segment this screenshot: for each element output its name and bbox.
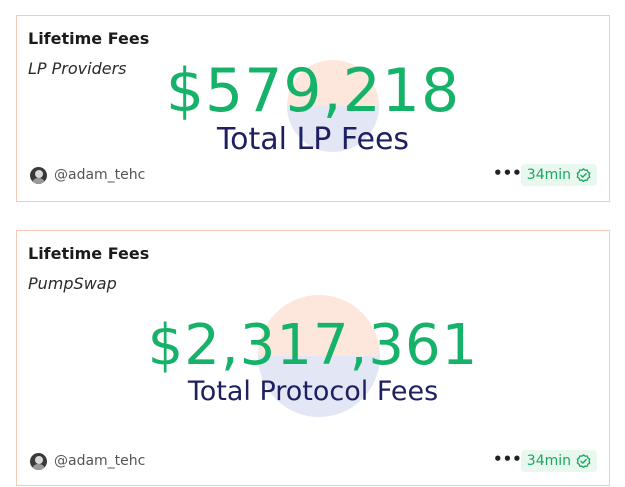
avatar-icon[interactable]	[30, 167, 47, 184]
age-badge[interactable]: 34min	[520, 450, 597, 472]
age-text: 34min	[526, 453, 571, 469]
avatar-icon[interactable]	[30, 453, 47, 470]
metric-label: Total Protocol Fees	[187, 376, 439, 407]
card-footer: @adam_tehc ••• 34min	[30, 450, 597, 474]
card-title: Lifetime Fees	[28, 29, 150, 48]
fee-card-pumpswap[interactable]: Lifetime Fees PumpSwap $2,317,361 Total …	[16, 230, 610, 486]
metric-label: Total LP Fees	[216, 122, 410, 157]
author-username[interactable]: @adam_tehc	[54, 453, 145, 469]
card-footer: @adam_tehc ••• 34min	[30, 164, 597, 188]
more-options-button[interactable]: •••	[493, 166, 522, 184]
author-username[interactable]: @adam_tehc	[54, 167, 145, 183]
more-options-button[interactable]: •••	[493, 452, 522, 470]
card-subtitle: PumpSwap	[28, 274, 117, 293]
card-title: Lifetime Fees	[28, 244, 150, 263]
metric-value: $579,218	[165, 56, 461, 126]
age-text: 34min	[526, 167, 571, 183]
metric-value: $2,317,361	[147, 313, 479, 378]
check-circle-icon	[576, 453, 591, 469]
age-badge[interactable]: 34min	[520, 164, 597, 186]
check-circle-icon	[576, 167, 591, 183]
fee-card-lp-providers[interactable]: Lifetime Fees LP Providers $579,218 Tota…	[16, 15, 610, 202]
